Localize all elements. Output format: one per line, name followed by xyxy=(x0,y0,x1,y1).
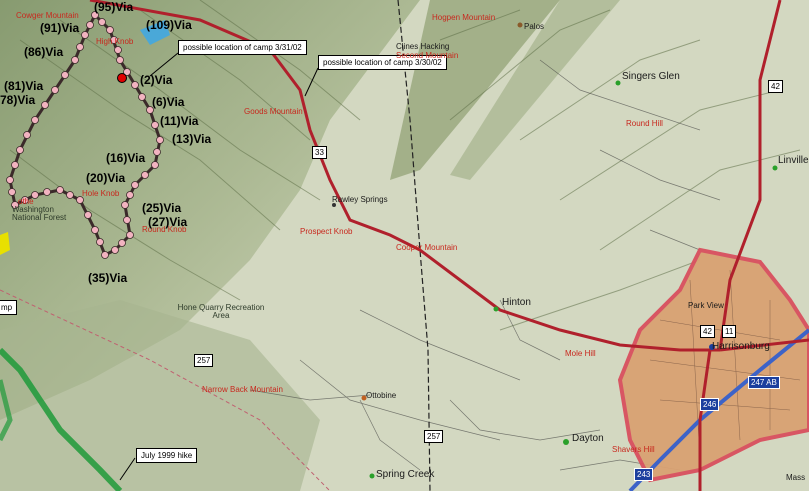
shield-exit-246: 246 xyxy=(700,398,720,411)
waypoint-25[interactable]: (25)Via xyxy=(142,202,181,214)
waypoint-91[interactable]: (91)Via xyxy=(40,22,79,34)
label-singers-glen: Singers Glen xyxy=(622,71,680,82)
label-cowger-mountain: Cowger Mountain xyxy=(16,11,79,20)
label-mole-hill: Mole Hill xyxy=(565,349,596,358)
label-shavers-hill: Shavers Hill xyxy=(612,445,655,454)
callout-july-1999-hike[interactable]: July 1999 hike xyxy=(136,448,198,463)
label-nf-fragment: othe xyxy=(18,197,34,206)
shield-exit-247ab: 247 AB xyxy=(748,376,780,389)
label-hogpen-mountain: Hogpen Mountain xyxy=(432,13,496,22)
shield-route-257-a: 257 xyxy=(194,354,214,367)
label-linville: Linville xyxy=(778,155,809,166)
shield-route-257-b: 257 xyxy=(424,430,444,443)
label-prospect-knob: Prospect Knob xyxy=(300,227,353,236)
label-rawley-springs: Rawley Springs xyxy=(332,195,388,204)
label-washington-nf: Washington National Forest xyxy=(12,205,67,222)
waypoint-86[interactable]: (86)Via xyxy=(24,46,63,58)
label-spring-creek: Spring Creek xyxy=(376,469,435,480)
waypoint-16[interactable]: (16)Via xyxy=(106,152,145,164)
label-goods-mountain: Goods Mountain xyxy=(244,107,303,116)
shield-route-42-north: 42 xyxy=(768,80,783,93)
label-narrow-back-mountain: Narrow Back Mountain xyxy=(202,385,283,394)
label-high-knob: High Knob xyxy=(96,37,134,46)
waypoint-6[interactable]: (6)Via xyxy=(152,96,184,108)
waypoint-95[interactable]: (95)Via xyxy=(94,1,133,13)
label-park-view: Park View xyxy=(688,301,724,310)
label-harrisonburg: Harrisonburg xyxy=(712,341,770,352)
waypoint-13[interactable]: (13)Via xyxy=(172,133,211,145)
label-palos: Palos xyxy=(524,22,545,31)
waypoint-27[interactable]: (27)Via xyxy=(148,216,187,228)
waypoint-20[interactable]: (20)Via xyxy=(86,172,125,184)
waypoint-81[interactable]: (81)Via xyxy=(4,80,43,92)
callout-camp-3-31[interactable]: possible location of camp 3/31/02 xyxy=(178,40,307,55)
shield-exit-243: 243 xyxy=(634,468,654,481)
waypoint-109[interactable]: (109)Via xyxy=(146,19,192,31)
label-cooper-mountain: Cooper Mountain xyxy=(396,243,458,252)
label-hinton: Hinton xyxy=(502,297,531,308)
label-hone-quarry: Hone Quarry Recreation Area xyxy=(177,303,265,320)
label-clines-hacking: Clines Hacking xyxy=(396,42,450,51)
waypoint-35[interactable]: (35)Via xyxy=(88,272,127,284)
shield-route-33: 33 xyxy=(312,146,327,159)
label-massanetta: Mass xyxy=(786,473,806,482)
label-dayton: Dayton xyxy=(572,433,604,444)
label-round-hill: Round Hill xyxy=(626,119,663,128)
label-hole-knob: Hole Knob xyxy=(82,189,120,198)
topographic-map[interactable]: possible location of camp 3/31/02 possib… xyxy=(0,0,809,491)
waypoint-11[interactable]: (11)Via xyxy=(160,115,198,127)
waypoint-2[interactable]: (2)Via xyxy=(140,74,172,86)
shield-route-11: 11 xyxy=(722,325,737,338)
shield-route-42-city: 42 xyxy=(700,325,715,338)
camp-marker xyxy=(117,73,127,83)
waypoint-78[interactable]: 78)Via xyxy=(0,94,35,106)
label-second-mountain: Second Mountain xyxy=(396,51,459,60)
callout-edge-fragment[interactable]: mp xyxy=(0,300,18,315)
label-ottobine: Ottobine xyxy=(366,391,397,400)
